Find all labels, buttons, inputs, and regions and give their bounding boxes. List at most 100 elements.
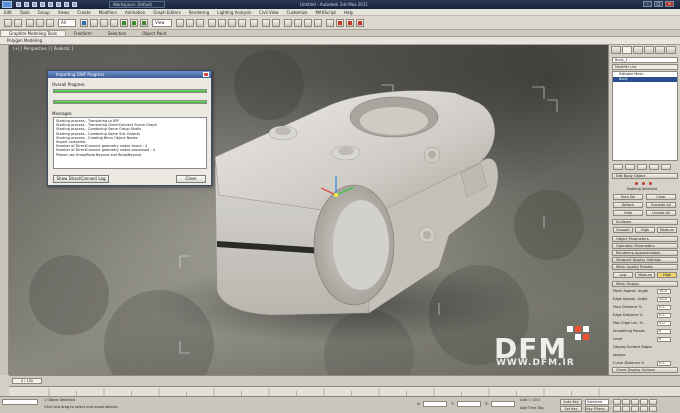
menu-item[interactable]: Modifiers	[95, 9, 121, 16]
setting-spinner[interactable]: 0	[657, 329, 671, 334]
show-end-result-icon[interactable]	[625, 164, 635, 170]
clear-button[interactable]: Clear	[646, 194, 676, 200]
setting-spinner[interactable]: 0.0	[657, 321, 671, 326]
menu-item[interactable]: Group	[34, 9, 54, 16]
curve-editor-icon[interactable]	[304, 19, 312, 27]
redo-tool-icon[interactable]	[14, 19, 22, 27]
menu-item[interactable]: Graph Editors	[149, 9, 184, 16]
maximize-viewport-icon[interactable]	[649, 406, 657, 412]
modifier-stack[interactable]: Editable Mesh Body	[612, 71, 678, 161]
time-slider[interactable]: 0 / 100	[12, 378, 42, 384]
face-sel-button[interactable]: Face Sel	[613, 194, 643, 200]
minimize-button[interactable]: -	[643, 1, 652, 7]
window-crossing-icon[interactable]	[110, 19, 118, 27]
edit-body-rollout[interactable]: Edit Body Object	[612, 173, 678, 179]
ribbon-tab[interactable]: Selection	[100, 30, 134, 37]
next-frame-icon[interactable]	[640, 399, 648, 405]
zoom-extents-icon[interactable]	[622, 406, 630, 412]
undo-icon[interactable]	[40, 2, 45, 7]
face-dot-icon[interactable]	[649, 182, 652, 185]
menu-item[interactable]: Edit	[0, 9, 16, 16]
go-to-end-icon[interactable]	[649, 399, 657, 405]
fetch-icon[interactable]	[64, 2, 69, 7]
save-file-icon[interactable]	[32, 2, 37, 7]
menu-item[interactable]: Animation	[121, 9, 149, 16]
reference-coordinate-dropdown[interactable]: View	[152, 19, 172, 27]
material-editor-icon[interactable]	[326, 19, 334, 27]
operation-parameters-rollout[interactable]: Operation Parameters	[612, 243, 678, 249]
mesh-quality-rollout[interactable]: Mesh Quality Presets	[612, 264, 678, 270]
menu-item[interactable]: Rendering	[185, 9, 213, 16]
fine-preset-button[interactable]: High	[657, 272, 677, 278]
medium-preset-button[interactable]: Medium	[635, 272, 655, 278]
high-quality-button[interactable]: High	[635, 227, 655, 233]
play-icon[interactable]	[631, 399, 639, 405]
surfaces-rollout[interactable]: Surfaces	[612, 219, 678, 225]
go-to-start-icon[interactable]	[613, 399, 621, 405]
mirror-icon[interactable]	[262, 19, 270, 27]
zoom-icon[interactable]	[613, 406, 621, 412]
viewport-label[interactable]: [+] [ Perspective ] [ Realistic ]	[13, 46, 73, 51]
key-filters-button[interactable]: Key Filters...	[585, 406, 609, 412]
setting-spinner[interactable]: 6	[657, 337, 671, 342]
make-unique-icon[interactable]	[637, 164, 647, 170]
show-log-button[interactable]: Show DirectConnect Log	[53, 175, 109, 183]
select-by-name-icon[interactable]	[90, 19, 98, 27]
named-selection-icon[interactable]	[250, 19, 258, 27]
new-file-icon[interactable]	[16, 2, 21, 7]
medium-quality-button[interactable]: Medium	[657, 227, 677, 233]
y-coordinate-field[interactable]	[457, 401, 481, 407]
snap-toggle-icon[interactable]	[208, 19, 216, 27]
track-bar[interactable]	[9, 386, 680, 396]
setting-spinner[interactable]: 0.5	[657, 361, 671, 366]
add-time-tag[interactable]: Add Time Tag	[520, 406, 544, 410]
keyboard-shortcut-icon[interactable]	[196, 19, 204, 27]
bind-space-warp-icon[interactable]	[46, 19, 54, 27]
percent-snap-icon[interactable]	[228, 19, 236, 27]
graphite-toggle-icon[interactable]	[294, 19, 302, 27]
display-tab-icon[interactable]	[655, 46, 665, 54]
align-icon[interactable]	[272, 19, 280, 27]
menu-item[interactable]: Create	[73, 9, 94, 16]
manipulate-icon[interactable]	[186, 19, 194, 27]
vertex-dot-icon[interactable]	[635, 182, 638, 185]
maximize-button[interactable]: □	[654, 1, 663, 7]
pivot-center-icon[interactable]	[176, 19, 184, 27]
ribbon-tab[interactable]: Freeform	[66, 30, 100, 37]
rectangular-selection-icon[interactable]	[100, 19, 108, 27]
previous-frame-icon[interactable]	[622, 399, 630, 405]
remove-modifier-icon[interactable]	[649, 164, 659, 170]
hierarchy-tab-icon[interactable]	[633, 46, 643, 54]
mesh-display-rollout[interactable]: Mesh Display	[612, 281, 678, 287]
angle-snap-icon[interactable]	[218, 19, 226, 27]
create-tab-icon[interactable]	[611, 46, 621, 54]
dialog-close-button[interactable]: Close	[176, 175, 206, 183]
workspace-selector[interactable]: Workspace: Default	[109, 1, 165, 8]
spinner-snap-icon[interactable]	[238, 19, 246, 27]
pin-stack-icon[interactable]	[613, 164, 623, 170]
edge-dot-icon[interactable]	[642, 182, 645, 185]
time-slider-bar[interactable]: 0 / 100	[9, 375, 680, 386]
configure-sets-icon[interactable]	[661, 164, 671, 170]
set-key-button[interactable]: Set Key	[560, 406, 582, 412]
ribbon-tab[interactable]: Graphite Modeling Tools	[0, 30, 67, 36]
rotate-icon[interactable]	[130, 19, 138, 27]
menu-item[interactable]: Customize	[282, 9, 311, 16]
explode-all-button[interactable]: Explode All	[646, 202, 676, 208]
rendering-approximation-rollout[interactable]: Rendering Approximation	[612, 250, 678, 256]
selection-filter-dropdown[interactable]: All	[58, 19, 76, 27]
ribbon-tab[interactable]: Object Paint	[134, 30, 174, 37]
auto-key-button[interactable]: Auto Key	[560, 399, 582, 405]
motion-tab-icon[interactable]	[644, 46, 654, 54]
layer-manager-icon[interactable]	[284, 19, 292, 27]
chord-display-rollout[interactable]: Chord Display Options	[612, 367, 678, 373]
setting-spinner[interactable]: 0.5	[657, 305, 671, 310]
link-icon[interactable]	[26, 19, 34, 27]
unhide-all-button[interactable]: Unhide All	[646, 210, 676, 216]
messages-log[interactable]: Starting process - Translating to XPF Sta…	[53, 117, 207, 169]
schematic-view-icon[interactable]	[314, 19, 322, 27]
object-parameters-rollout[interactable]: Object Parameters	[612, 236, 678, 242]
project-folder-icon[interactable]	[72, 2, 77, 7]
menu-item[interactable]: Help	[340, 9, 357, 16]
z-coordinate-field[interactable]	[491, 401, 515, 407]
